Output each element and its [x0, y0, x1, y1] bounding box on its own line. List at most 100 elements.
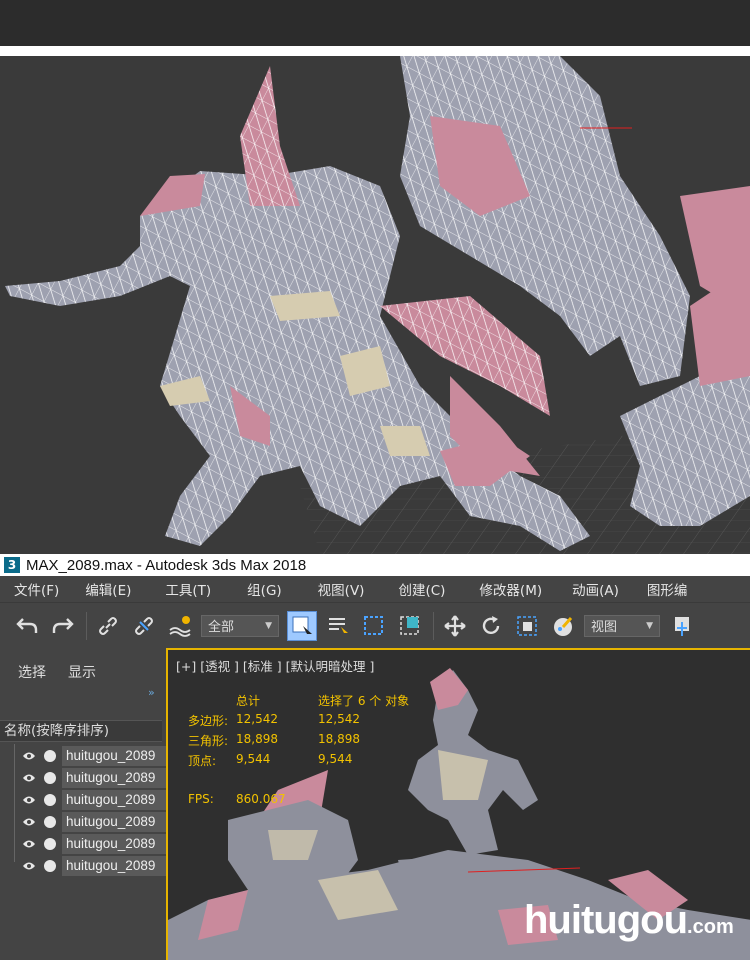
- stats-poly-selected: 12,542: [318, 712, 360, 726]
- menu-group[interactable]: 组(G): [247, 579, 282, 599]
- space-warp-icon: [169, 615, 191, 637]
- window-crossing-icon: [400, 615, 419, 635]
- unlink-button[interactable]: [129, 611, 159, 641]
- menu-modifiers[interactable]: 修改器(M): [479, 579, 542, 599]
- image-gap: [0, 46, 750, 56]
- bind-space-warp-button[interactable]: [165, 611, 195, 641]
- freeze-dot-icon[interactable]: [44, 750, 56, 762]
- stats-fps-value: 860.067: [236, 792, 286, 806]
- top-render-strip: [0, 0, 750, 46]
- object-name: huitugou_2089: [62, 834, 166, 854]
- window-title: MAX_2089.max - Autodesk 3ds Max 2018: [26, 556, 307, 574]
- toolbar-separator: [86, 611, 87, 640]
- freeze-dot-icon[interactable]: [44, 794, 56, 806]
- menu-edit[interactable]: 编辑(E): [85, 579, 131, 599]
- move-icon: [444, 614, 466, 637]
- move-button[interactable]: [440, 611, 470, 641]
- list-select-icon: [329, 617, 348, 637]
- redo-icon: [52, 617, 74, 633]
- stats-selected-header: 选择了 6 个 对象: [318, 694, 410, 708]
- select-by-name-button[interactable]: [323, 611, 353, 641]
- list-item[interactable]: huitugou_2089: [0, 812, 166, 833]
- tab-display[interactable]: 显示: [68, 662, 96, 682]
- scene-explorer-tabs: 选择 显示: [18, 662, 96, 682]
- placement-icon: [554, 616, 573, 636]
- select-cursor-icon: [292, 616, 312, 638]
- perspective-viewport[interactable]: [+] [透视 ] [标准 ] [默认明暗处理 ] 总计 选择了 6 个 对象 …: [166, 648, 750, 960]
- undo-icon: [16, 617, 38, 633]
- list-item[interactable]: huitugou_2089: [0, 790, 166, 811]
- object-name: huitugou_2089: [62, 746, 166, 766]
- object-name: huitugou_2089: [62, 790, 166, 810]
- name-column-header[interactable]: 名称(按降序排序): [0, 720, 162, 742]
- menu-create[interactable]: 创建(C): [398, 579, 445, 599]
- stats-vert-total: 9,544: [236, 752, 271, 766]
- scale-icon: [517, 615, 537, 636]
- unlink-icon: [135, 616, 153, 635]
- expand-panel-button[interactable]: »: [148, 686, 155, 699]
- object-name: huitugou_2089: [62, 812, 166, 832]
- object-name: huitugou_2089: [62, 768, 166, 788]
- stats-fps-label: FPS:: [188, 792, 214, 806]
- reference-coord-value: 视图: [591, 620, 618, 635]
- stats-poly-label: 多边形:: [188, 714, 229, 728]
- list-item[interactable]: huitugou_2089: [0, 746, 166, 767]
- watermark-suffix: .com: [687, 916, 734, 938]
- scene-explorer-panel: 选择 显示 » 名称(按降序排序) huitugou_2089 huitugou…: [0, 648, 166, 960]
- wireframe-render-viewport: [0, 56, 750, 554]
- rotate-icon: [482, 615, 500, 634]
- stats-tri-label: 三角形:: [188, 734, 229, 748]
- menu-tools[interactable]: 工具(T): [165, 579, 211, 599]
- scale-button[interactable]: [512, 611, 542, 641]
- visibility-eye-icon[interactable]: [22, 794, 36, 806]
- freeze-dot-icon[interactable]: [44, 860, 56, 872]
- pivot-center-button[interactable]: [668, 611, 698, 641]
- placement-button[interactable]: [548, 611, 578, 641]
- menu-bar: 文件(F) 编辑(E) 工具(T) 组(G) 视图(V) 创建(C) 修改器(M…: [0, 576, 750, 602]
- list-item[interactable]: huitugou_2089: [0, 834, 166, 855]
- stats-vert-selected: 9,544: [318, 752, 353, 766]
- main-toolbar: 全部 ▼ 视图 ▼: [0, 602, 750, 648]
- toolbar-separator: [433, 611, 434, 640]
- stats-total-header: 总计: [236, 694, 261, 708]
- visibility-eye-icon[interactable]: [22, 750, 36, 762]
- watermark: huitugou.com: [524, 898, 734, 943]
- link-button[interactable]: [93, 611, 123, 641]
- menu-animation[interactable]: 动画(A): [572, 579, 619, 599]
- object-name: huitugou_2089: [62, 856, 166, 876]
- visibility-eye-icon[interactable]: [22, 838, 36, 850]
- viewport-label-menu[interactable]: [+] [透视 ] [标准 ] [默认明暗处理 ]: [176, 656, 374, 675]
- visibility-eye-icon[interactable]: [22, 772, 36, 784]
- selection-filter-value: 全部: [208, 620, 235, 635]
- select-object-button[interactable]: [287, 610, 317, 641]
- rect-region-icon: [364, 615, 383, 635]
- app-icon: 3: [4, 557, 20, 573]
- selection-filter-dropdown[interactable]: 全部 ▼: [201, 614, 279, 637]
- pivot-icon: [675, 616, 689, 636]
- freeze-dot-icon[interactable]: [44, 838, 56, 850]
- watermark-text: huitugou: [524, 898, 688, 942]
- tab-select[interactable]: 选择: [18, 662, 46, 682]
- chevron-down-icon: ▼: [265, 620, 272, 631]
- visibility-eye-icon[interactable]: [22, 816, 36, 828]
- menu-file[interactable]: 文件(F): [14, 579, 59, 599]
- visibility-eye-icon[interactable]: [22, 860, 36, 872]
- stats-tri-total: 18,898: [236, 732, 278, 746]
- chevron-down-icon: ▼: [646, 620, 653, 631]
- list-item[interactable]: huitugou_2089: [0, 768, 166, 789]
- stats-vert-label: 顶点:: [188, 754, 217, 768]
- freeze-dot-icon[interactable]: [44, 816, 56, 828]
- window-title-bar: 3 MAX_2089.max - Autodesk 3ds Max 2018: [0, 554, 750, 576]
- undo-button[interactable]: [12, 611, 42, 641]
- rotate-button[interactable]: [476, 611, 506, 641]
- region-select-button[interactable]: [359, 611, 389, 641]
- window-crossing-button[interactable]: [395, 611, 425, 641]
- reference-coord-dropdown[interactable]: 视图 ▼: [584, 614, 660, 637]
- menu-graph-editors[interactable]: 图形编: [647, 579, 688, 599]
- freeze-dot-icon[interactable]: [44, 772, 56, 784]
- stats-tri-selected: 18,898: [318, 732, 360, 746]
- stats-poly-total: 12,542: [236, 712, 278, 726]
- redo-button[interactable]: [48, 611, 78, 641]
- menu-views[interactable]: 视图(V): [318, 579, 365, 599]
- list-item[interactable]: huitugou_2089: [0, 856, 166, 877]
